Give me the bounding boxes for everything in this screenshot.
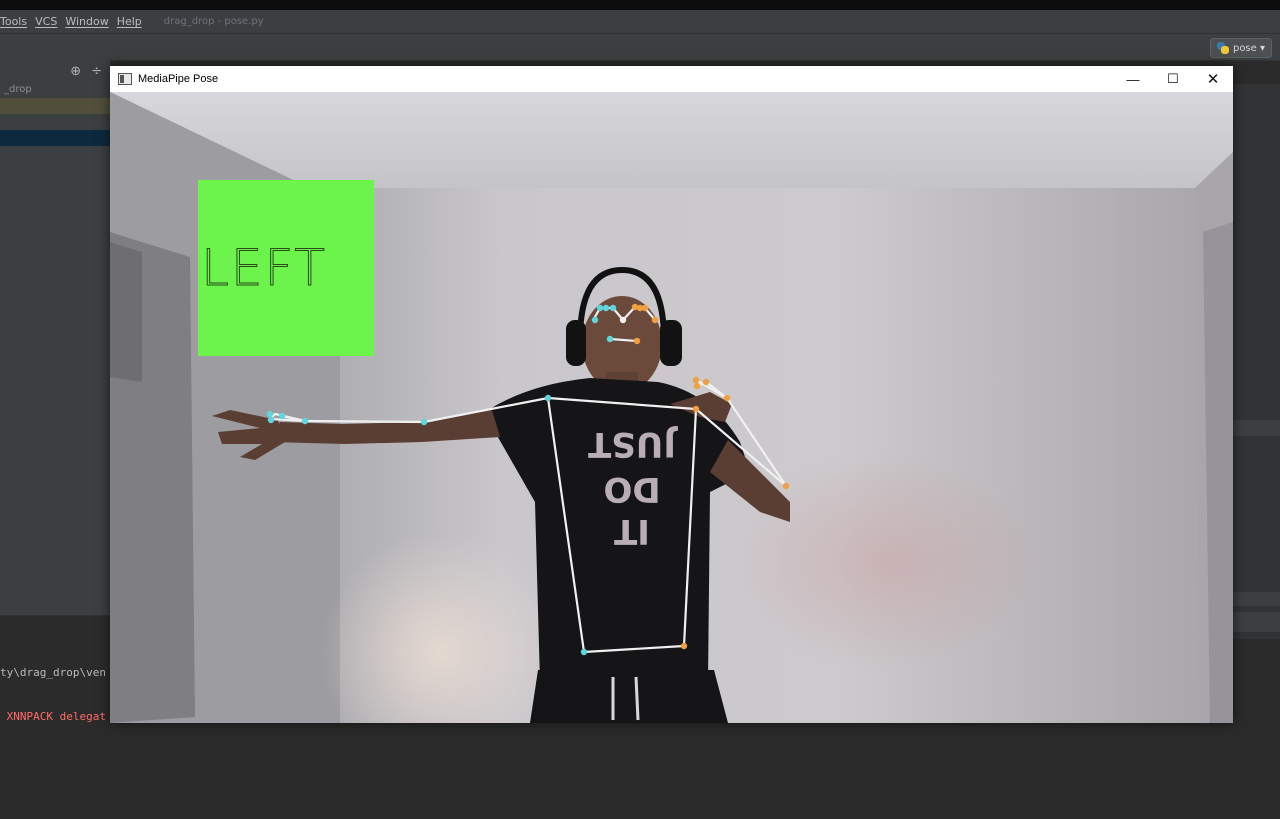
editor-band xyxy=(1233,420,1280,436)
run-configuration-label: pose ▾ xyxy=(1232,42,1265,54)
console-line-warning: XNNPACK delegat xyxy=(0,710,106,723)
landmark-right-hip xyxy=(580,648,588,656)
window-title: MediaPipe Pose xyxy=(138,73,219,85)
run-console: ty\drag_drop\ven XNNPACK delegat xyxy=(0,615,110,738)
run-configuration-selector[interactable]: pose ▾ xyxy=(1209,38,1272,58)
svg-text:DO: DO xyxy=(603,469,660,509)
landmark-right-elbow xyxy=(420,418,428,426)
menu-tools[interactable]: Tools xyxy=(0,15,31,28)
landmark-left-thumb xyxy=(702,378,710,386)
editor-band xyxy=(1233,592,1280,606)
editor-right-area xyxy=(1233,84,1280,639)
svg-text:IT: IT xyxy=(613,511,650,551)
project-tree-item-selected[interactable] xyxy=(0,130,110,146)
project-root-item[interactable]: _drop xyxy=(0,82,110,98)
landmark-right-shoulder xyxy=(544,394,552,402)
crosshair-icon[interactable]: ⊕ xyxy=(70,64,81,79)
person-shorts xyxy=(530,670,728,723)
project-panel-header: ⊕ ÷ xyxy=(0,60,110,82)
camera-feed: JUST DO IT LEFT xyxy=(110,92,1233,723)
ide-window-title: drag_drop - pose.py xyxy=(163,16,264,27)
menu-vcs[interactable]: VCS xyxy=(31,15,61,28)
landmark-left-hip xyxy=(680,642,688,650)
landmark-right-eye-outer xyxy=(596,304,604,312)
console-line-path: ty\drag_drop\ven xyxy=(0,666,106,679)
mediapipe-pose-window: MediaPipe Pose — ☐ ✕ JUST DO IT LEFT xyxy=(110,66,1233,723)
menu-help[interactable]: Help xyxy=(113,15,146,28)
project-panel: ⊕ ÷ _drop xyxy=(0,60,110,615)
close-button[interactable]: ✕ xyxy=(1193,66,1233,92)
landmark-right-wrist xyxy=(301,417,309,425)
app-window-icon xyxy=(118,73,132,85)
landmark-left-index xyxy=(693,382,701,390)
landmark-right-eye-inner xyxy=(609,304,617,312)
ide-menubar: Tools VCS Window Help drag_drop - pose.p… xyxy=(0,10,1280,34)
window-titlebar[interactable]: MediaPipe Pose — ☐ ✕ xyxy=(110,66,1233,92)
svg-text:JUST: JUST xyxy=(587,424,678,464)
landmark-right-pinky xyxy=(266,410,274,418)
landmark-right-eye-outer xyxy=(591,316,599,324)
landmark-left-shoulder xyxy=(692,405,700,413)
collapse-icon[interactable]: ÷ xyxy=(91,64,102,79)
python-icon xyxy=(1216,42,1229,54)
landmark-mouth-right xyxy=(606,335,614,343)
right-forearm-connection xyxy=(303,419,426,424)
drawstring-right xyxy=(634,676,640,721)
left-target-label: LEFT xyxy=(201,239,327,297)
headphones-left-cup xyxy=(566,320,586,366)
landmark-left-ear xyxy=(651,316,659,324)
landmark-mouth-left xyxy=(633,337,641,345)
menu-window[interactable]: Window xyxy=(61,15,112,28)
wall-stain xyxy=(730,452,1050,672)
headphones-right-cup xyxy=(660,320,682,366)
landmark-right-index xyxy=(267,416,275,424)
maximize-button[interactable]: ☐ xyxy=(1153,66,1193,92)
project-tree-item-highlighted[interactable] xyxy=(0,98,110,114)
screen-top-edge xyxy=(0,0,1280,10)
landmark-right-thumb xyxy=(278,412,286,420)
minimize-button[interactable]: — xyxy=(1113,66,1153,92)
project-tree-item[interactable] xyxy=(0,114,110,130)
left-window xyxy=(110,242,142,382)
landmark-nose xyxy=(619,316,627,324)
ide-navigation-bar: pose ▾ xyxy=(0,34,1280,61)
landmark-left-wrist xyxy=(723,394,731,402)
editor-band xyxy=(1233,612,1280,632)
landmark-left-eye-outer xyxy=(641,304,649,312)
landmark-left-pinky xyxy=(692,376,700,384)
landmark-right-eye xyxy=(602,304,610,312)
landmark-left-elbow xyxy=(782,482,790,490)
